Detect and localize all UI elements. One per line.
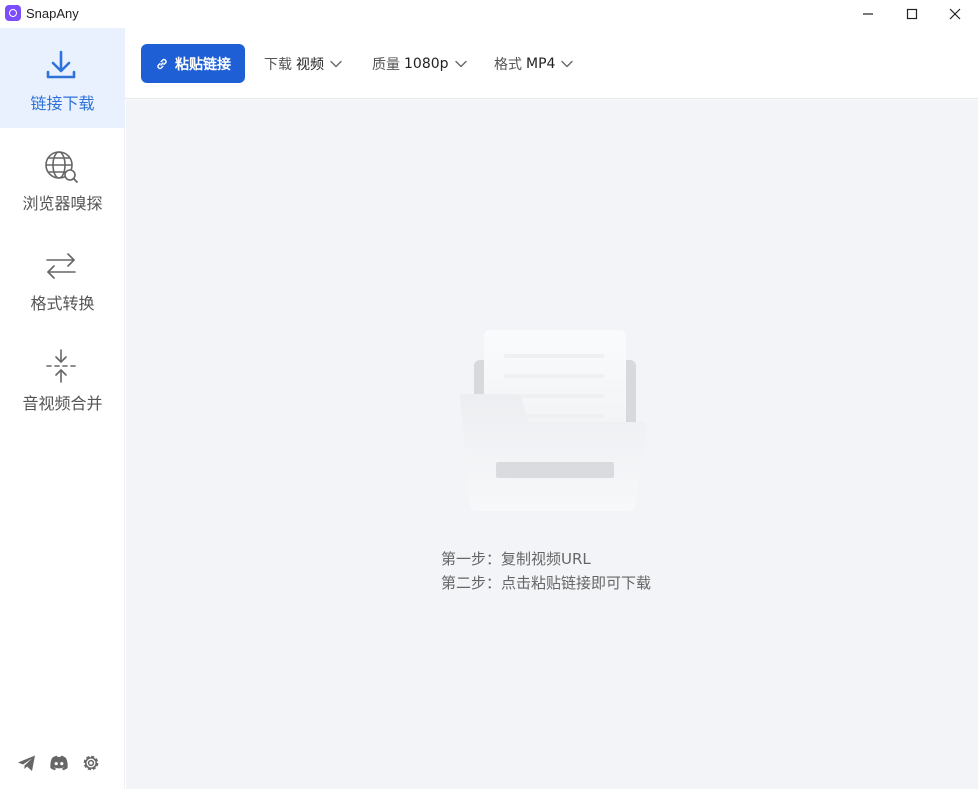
sidebar-item-link-download[interactable]: 链接下载 <box>0 28 125 128</box>
minimize-button[interactable] <box>845 0 891 28</box>
download-icon <box>46 50 76 79</box>
main-content: 第一步：复制视频URL 第二步：点击粘贴链接即可下载 <box>126 100 978 789</box>
download-type-dropdown[interactable]: 下载 视频 <box>264 54 342 74</box>
maximize-button[interactable] <box>889 0 935 28</box>
sidebar-footer <box>14 752 114 776</box>
swap-arrows-icon <box>46 253 76 279</box>
hint-step-2: 第二步：点击粘贴链接即可下载 <box>441 574 652 592</box>
paste-link-button[interactable]: 粘贴链接 <box>141 44 245 83</box>
sidebar: 链接下载 浏览器嗅探 格式转换 音视频合并 <box>0 28 125 789</box>
globe-search-icon <box>45 151 78 183</box>
sidebar-item-label: 浏览器嗅探 <box>22 194 103 213</box>
quality-dropdown[interactable]: 质量 1080p <box>372 54 467 74</box>
dropdown-value: 视频 <box>296 57 324 73</box>
dropdown-value: MP4 <box>526 56 556 72</box>
paste-link-label: 粘贴链接 <box>175 56 231 73</box>
chevron-down-icon <box>561 60 574 68</box>
minimize-icon <box>863 13 873 15</box>
close-icon <box>949 8 961 20</box>
settings-icon[interactable] <box>80 752 102 774</box>
dropdown-value: 1080p <box>404 56 449 72</box>
app-logo-icon <box>5 5 21 21</box>
telegram-icon[interactable] <box>16 752 38 774</box>
sidebar-item-browser-sniff[interactable]: 浏览器嗅探 <box>0 128 125 228</box>
sidebar-item-label: 链接下载 <box>30 94 95 113</box>
hint-step-1: 第一步：复制视频URL <box>441 550 591 568</box>
close-button[interactable] <box>932 0 978 28</box>
dropdown-label: 下载 <box>264 57 292 73</box>
sidebar-item-av-merge[interactable]: 音视频合并 <box>0 328 125 428</box>
maximize-icon <box>906 8 918 20</box>
dropdown-label: 格式 <box>494 57 522 73</box>
app-title: SnapAny <box>26 6 79 21</box>
toolbar: 粘贴链接 下载 视频 质量 1080p 格式 MP4 <box>125 28 978 99</box>
sidebar-item-label: 音视频合并 <box>22 394 103 413</box>
merge-icon <box>46 349 76 383</box>
empty-folder-illustration <box>460 330 648 511</box>
sidebar-item-format-convert[interactable]: 格式转换 <box>0 228 125 328</box>
link-icon <box>157 58 167 69</box>
sidebar-item-label: 格式转换 <box>30 294 95 313</box>
dropdown-label: 质量 <box>372 57 400 73</box>
chevron-down-icon <box>454 60 467 68</box>
chevron-down-icon <box>330 60 342 68</box>
format-dropdown[interactable]: 格式 MP4 <box>494 54 574 74</box>
title-bar: SnapAny <box>0 0 978 28</box>
discord-icon[interactable] <box>48 752 70 774</box>
